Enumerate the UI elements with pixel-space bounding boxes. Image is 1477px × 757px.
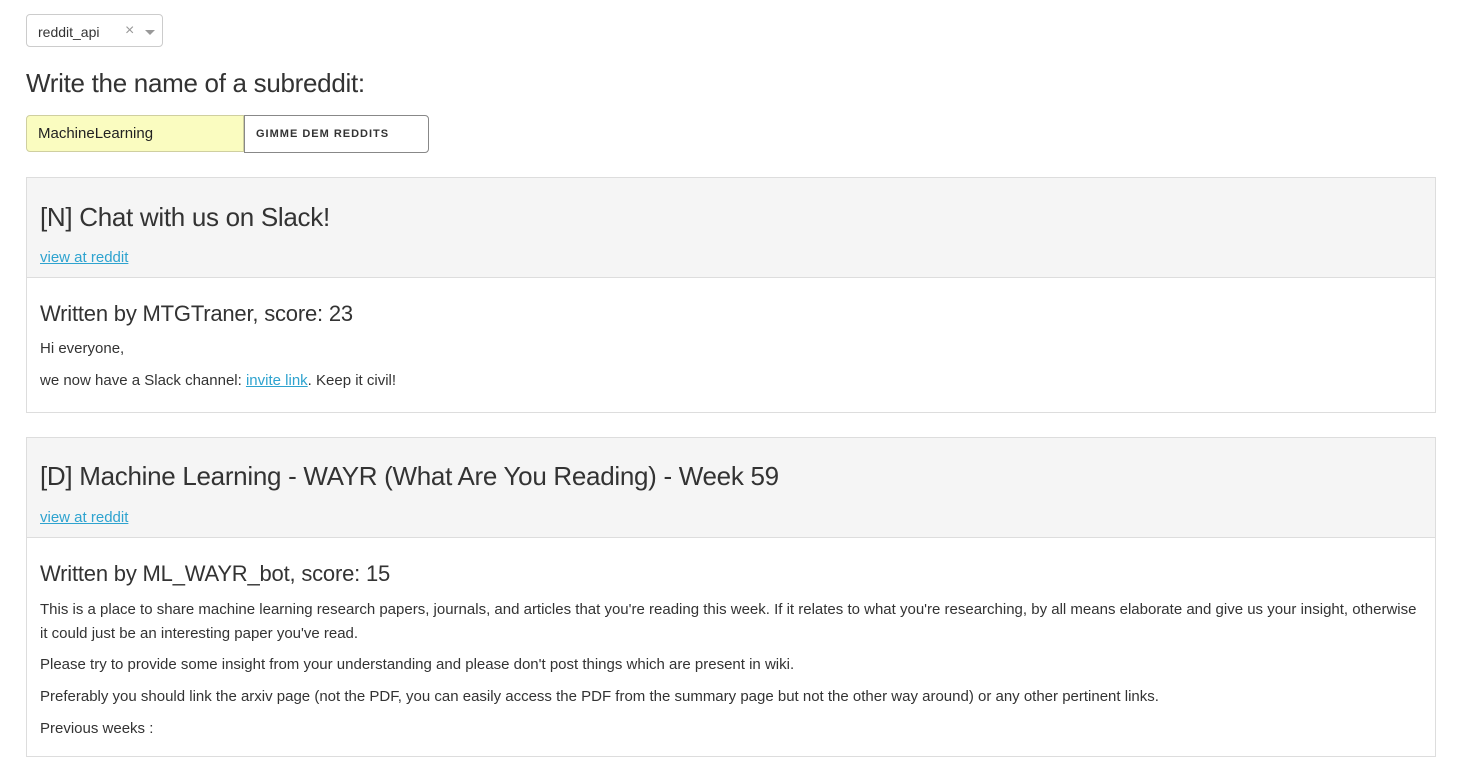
post-paragraph: Previous weeks : [40,720,154,737]
api-select[interactable]: reddit_api × [26,14,163,47]
subreddit-input[interactable] [26,115,244,152]
post-text: . Keep it civil! [307,372,397,389]
post-paragraph: Hi everyone, [40,340,125,357]
invite-link[interactable]: invite link [246,372,308,389]
post-header: [N] Chat with us on Slack! view at reddi… [27,178,1435,278]
post-card: [D] Machine Learning - WAYR (What Are Yo… [26,437,1436,757]
post-title: [D] Machine Learning - WAYR (What Are Yo… [40,461,779,491]
post-paragraph: we now have a Slack channel: invite link… [40,369,396,393]
fetch-reddits-button[interactable]: GIMME DEM REDDITS [244,115,429,153]
chevron-down-icon[interactable] [145,30,155,35]
post-paragraph: Preferably you should link the arxiv pag… [40,688,1159,705]
api-select-value: reddit_api [38,24,100,40]
view-at-reddit-link[interactable]: view at reddit [40,249,128,266]
post-author: Written by ML_WAYR_bot, score: 15 [40,561,391,586]
subreddit-prompt: Write the name of a subreddit: [26,68,365,98]
post-card: [N] Chat with us on Slack! view at reddi… [26,177,1436,413]
post-title: [N] Chat with us on Slack! [40,202,330,232]
post-text: we now have a Slack channel: [40,372,246,389]
post-paragraph: Please try to provide some insight from … [40,656,795,673]
clear-icon[interactable]: × [125,22,134,40]
post-paragraph: This is a place to share machine learnin… [40,601,1417,642]
post-author: Written by MTGTraner, score: 23 [40,301,353,326]
view-at-reddit-link[interactable]: view at reddit [40,509,128,526]
post-header: [D] Machine Learning - WAYR (What Are Yo… [27,438,1435,538]
